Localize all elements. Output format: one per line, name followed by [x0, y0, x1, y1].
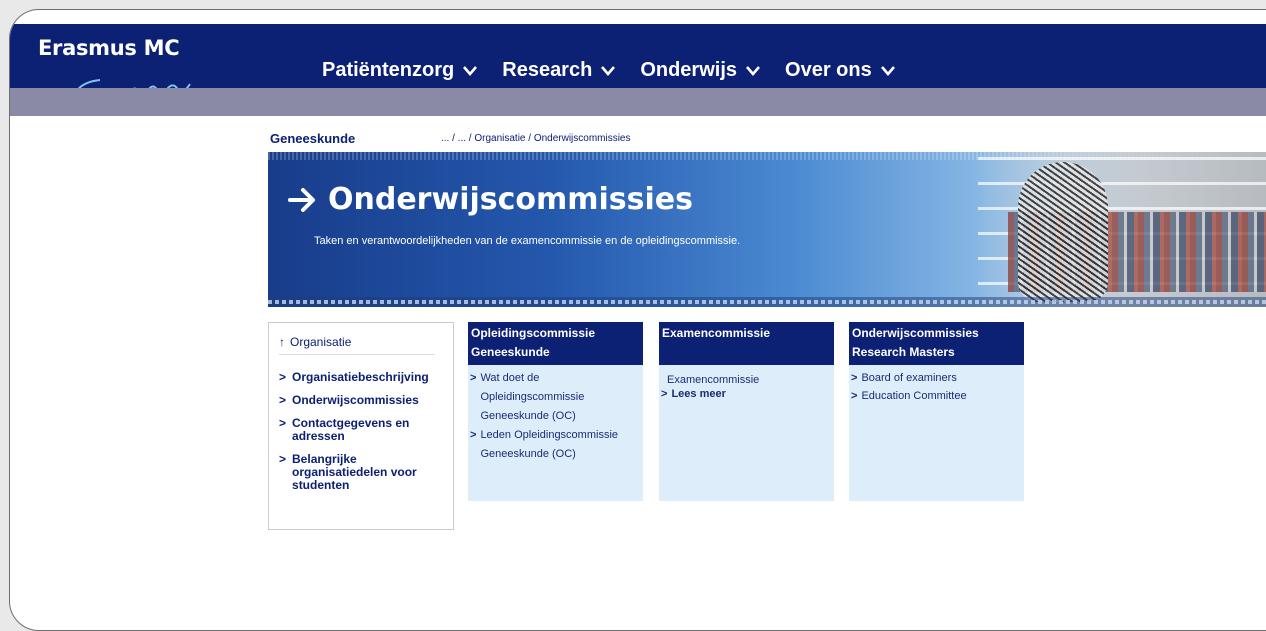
chevron-right-icon: > [279, 370, 287, 384]
leftnav-item-contactgegevens[interactable]: > Contactgegevens en adressen [279, 417, 439, 443]
link-label: Lees meer [671, 388, 726, 400]
main-nav: Patiëntenzorg Research Onderwijs Over on… [322, 59, 896, 82]
box-body: Examencommissie > Lees meer [659, 365, 834, 401]
page-title-text: Onderwijscommissies [328, 182, 694, 217]
sculpture-image [1018, 162, 1108, 302]
divider [279, 354, 435, 355]
link-education-committee[interactable]: > Education Committee [849, 387, 1024, 405]
link-lees-meer[interactable]: > Lees meer [659, 387, 834, 401]
chevron-down-icon [463, 65, 478, 76]
leftnav-item-label: Belangrijke organisatiedelen voor studen… [292, 452, 417, 492]
banner-dots-bottom [268, 297, 1266, 307]
arrow-right-icon [288, 187, 315, 212]
chevron-right-icon: > [279, 393, 287, 407]
box-opleidingscommissie: Opleidingscommissie Geneeskunde > Wat do… [468, 322, 643, 501]
leftnav-item-label: Contactgegevens en adressen [292, 416, 410, 443]
nav-label: Over ons [785, 59, 872, 81]
logo[interactable]: Erasmus MC [38, 36, 180, 60]
chevron-right-icon: > [279, 452, 287, 466]
link-board-of-examiners[interactable]: > Board of examiners [849, 369, 1024, 387]
chevron-down-icon [880, 65, 895, 76]
chevron-right-icon: > [470, 429, 477, 441]
nav-onderwijs[interactable]: Onderwijs [640, 59, 761, 82]
link-label: Leden Opleidingscommissie Geneeskunde (O… [480, 429, 619, 460]
nav-label: Patiëntenzorg [322, 59, 455, 81]
chevron-right-icon: > [851, 372, 858, 384]
leftnav-item-belangrijke-organisatiedelen[interactable]: > Belangrijke organisatiedelen voor stud… [279, 453, 439, 492]
chevron-right-icon: > [851, 390, 858, 402]
left-navigation: ↑ Organisatie > Organisatiebeschrijving … [268, 322, 454, 530]
nav-over-ons[interactable]: Over ons [785, 59, 896, 82]
page-frame: Erasmus MC Patiëntenzorg Research Onderw… [9, 9, 1266, 631]
link-label: Education Committee [861, 390, 967, 402]
leftnav-list: > Organisatiebeschrijving > Onderwijscom… [279, 371, 439, 502]
arrow-up-icon: ↑ [279, 335, 285, 349]
page-subtitle: Taken en verantwoordelijkheden van de ex… [314, 235, 741, 247]
leftnav-item-label: Organisatiebeschrijving [292, 370, 429, 384]
breadcrumb[interactable]: ... / ... / Organisatie / Onderwijscommi… [441, 133, 631, 144]
box-body: > Wat doet de Opleidingscommissie Genees… [468, 365, 643, 464]
box-research-masters: Onderwijscommissies Research Masters > B… [849, 322, 1024, 501]
box-intro: Examencommissie [667, 374, 760, 386]
box-body: > Board of examiners > Education Committ… [849, 365, 1024, 405]
chevron-down-icon [746, 65, 761, 76]
link-leden-oc[interactable]: > Leden Opleidingscommissie Geneeskunde … [468, 426, 643, 464]
hero-banner: Onderwijscommissies Taken en verantwoord… [268, 152, 1266, 307]
nav-label: Research [502, 59, 593, 81]
chevron-right-icon: > [470, 372, 477, 384]
page-title: Onderwijscommissies [288, 182, 693, 217]
box-title: Onderwijscommissies Research Masters [849, 322, 1024, 365]
parent-link-label: Organisatie [290, 335, 352, 349]
sub-navigation-bar [10, 88, 1266, 116]
parent-link-organisatie[interactable]: ↑ Organisatie [279, 335, 351, 349]
chevron-right-icon: > [661, 388, 668, 400]
box-examencommissie: Examencommissie Examencommissie > Lees m… [659, 322, 834, 501]
chevron-down-icon [601, 65, 616, 76]
chevron-right-icon: > [279, 416, 287, 430]
section-title[interactable]: Geneeskunde [270, 131, 355, 146]
nav-label: Onderwijs [640, 59, 738, 81]
link-label: Wat doet de Opleidingscommissie Geneesku… [480, 372, 585, 422]
top-navigation-bar: Erasmus MC Patiëntenzorg Research Onderw… [10, 24, 1266, 111]
link-label: Board of examiners [861, 372, 957, 384]
leftnav-item-onderwijscommissies[interactable]: > Onderwijscommissies [279, 394, 439, 407]
nav-research[interactable]: Research [502, 59, 616, 82]
leftnav-item-organisatiebeschrijving[interactable]: > Organisatiebeschrijving [279, 371, 439, 384]
nav-patientenzorg[interactable]: Patiëntenzorg [322, 59, 478, 82]
link-wat-doet-oc[interactable]: > Wat doet de Opleidingscommissie Genees… [468, 369, 643, 426]
leftnav-item-label: Onderwijscommissies [292, 393, 419, 407]
box-title: Examencommissie [659, 322, 834, 365]
box-title: Opleidingscommissie Geneeskunde [468, 322, 643, 365]
